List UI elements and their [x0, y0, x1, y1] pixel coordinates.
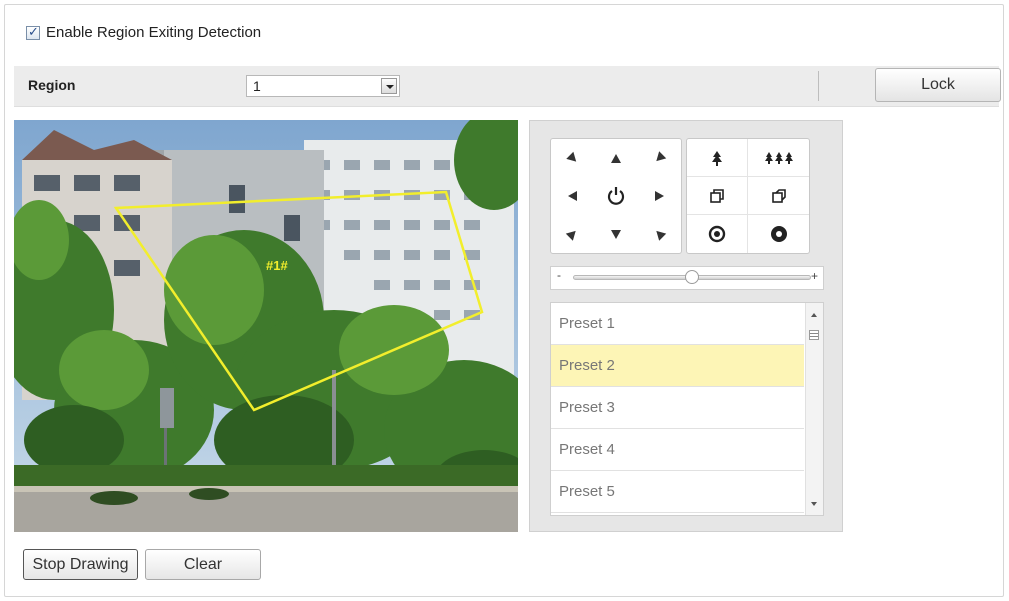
scroll-thumb[interactable] [809, 330, 819, 340]
preset-item[interactable]: Preset 3 [551, 387, 804, 429]
arrow-up-icon[interactable] [594, 139, 637, 177]
speed-increase[interactable]: + [811, 269, 818, 283]
speed-decrease[interactable]: - [557, 268, 561, 282]
enable-detection-row: ✓ Enable Region Exiting Detection [26, 24, 261, 41]
chevron-down-icon[interactable] [381, 78, 397, 94]
focus-far-icon[interactable] [748, 177, 809, 215]
region-tag: #1# [266, 258, 288, 273]
region-label: Region [28, 77, 76, 93]
arrow-left-icon[interactable] [551, 177, 594, 215]
live-video-view[interactable]: #1# [14, 120, 518, 532]
region-select-value: 1 [253, 78, 261, 94]
region-bar: Region 1 Lock [14, 66, 1001, 107]
region-select[interactable]: 1 [246, 75, 400, 97]
arrow-down-icon[interactable] [594, 215, 637, 253]
scroll-up-icon[interactable] [811, 313, 817, 317]
preset-item[interactable]: Preset 4 [551, 429, 804, 471]
lens-control-pad [686, 138, 810, 254]
direction-pad [550, 138, 682, 254]
check-icon: ✓ [28, 23, 39, 39]
preset-list: Preset 1 Preset 2 Preset 3 Preset 4 Pres… [550, 302, 824, 516]
preset-item-selected[interactable]: Preset 2 [551, 345, 804, 387]
ptz-control-panel: - + Preset 1 Preset 2 Preset 3 Preset 4 … [529, 120, 843, 532]
focus-near-icon[interactable] [687, 177, 748, 215]
zoom-out-icon[interactable] [748, 139, 809, 177]
auto-rotate-icon[interactable] [594, 177, 637, 215]
scroll-down-icon[interactable] [811, 502, 817, 506]
iris-open-icon[interactable] [687, 215, 748, 253]
stop-drawing-button[interactable]: Stop Drawing [23, 549, 138, 580]
video-frame[interactable]: #1# [14, 120, 518, 532]
preset-scrollbar[interactable] [805, 303, 823, 515]
arrow-down-right-icon[interactable] [638, 215, 681, 253]
lock-button[interactable]: Lock [875, 68, 1001, 102]
zoom-in-icon[interactable] [687, 139, 748, 177]
enable-detection-label: Enable Region Exiting Detection [46, 24, 262, 41]
enable-detection-checkbox[interactable]: ✓ [26, 23, 40, 40]
speed-slider-handle[interactable] [685, 270, 699, 284]
iris-close-icon[interactable] [748, 215, 809, 253]
divider [818, 71, 819, 101]
ptz-speed-slider[interactable]: - + [550, 266, 824, 290]
preset-item[interactable]: Preset 5 [551, 471, 804, 513]
clear-button[interactable]: Clear [145, 549, 261, 580]
preset-item[interactable]: Preset 1 [551, 303, 804, 345]
arrow-right-icon[interactable] [638, 177, 681, 215]
arrow-down-left-icon[interactable] [551, 215, 594, 253]
arrow-up-left-icon[interactable] [551, 139, 594, 177]
arrow-up-right-icon[interactable] [638, 139, 681, 177]
